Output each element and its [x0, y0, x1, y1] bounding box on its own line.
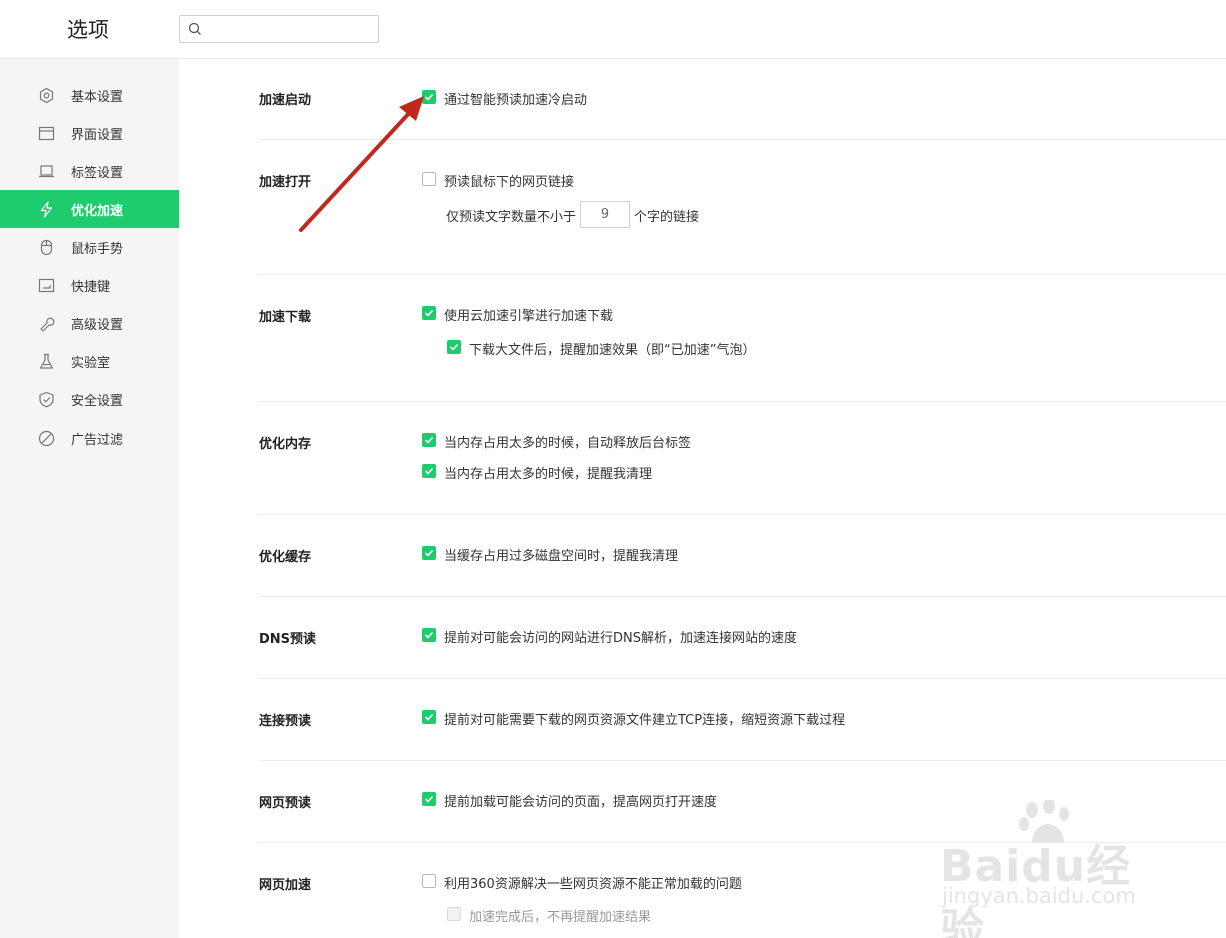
divider: [259, 678, 1226, 679]
lightning-icon: [40, 201, 53, 218]
option-label: 当缓存占用过多磁盘空间时，提醒我清理: [444, 549, 679, 564]
section-title-open: 加速打开: [259, 175, 312, 190]
block-icon: [38, 430, 55, 447]
sidebar-item-mouse-gesture[interactable]: 鼠标手势: [0, 228, 179, 266]
checkbox-checked[interactable]: [422, 433, 436, 447]
search-input[interactable]: [208, 19, 374, 39]
check-icon: [424, 309, 434, 317]
section-title-download: 加速下载: [259, 310, 312, 325]
section-title-cache: 优化缓存: [259, 550, 312, 565]
section-title-memory: 优化内存: [259, 437, 312, 452]
count-prefix-label: 仅预读文字数量不小于: [446, 210, 577, 225]
checkbox-unchecked[interactable]: [422, 874, 436, 888]
checkbox-disabled: [447, 907, 461, 921]
check-icon: [424, 467, 434, 475]
option-label: 提前对可能需要下载的网页资源文件建立TCP连接，缩短资源下载过程: [444, 713, 846, 728]
divider: [259, 274, 1226, 275]
option-label: 当内存占用太多的时候，提醒我清理: [444, 467, 653, 482]
sidebar-item-adblock[interactable]: 广告过滤: [0, 419, 179, 457]
min-chars-input[interactable]: [580, 201, 630, 228]
sidebar-item-advanced[interactable]: 高级设置: [0, 304, 179, 342]
section-title-dns: DNS预读: [259, 632, 317, 647]
checkbox-checked[interactable]: [447, 340, 461, 354]
sidebar-item-interface[interactable]: 界面设置: [0, 114, 179, 152]
wrench-icon: [40, 317, 55, 332]
checkbox-checked[interactable]: [422, 90, 436, 104]
divider: [259, 139, 1226, 140]
checkbox-checked[interactable]: [422, 306, 436, 320]
check-icon: [449, 343, 459, 351]
sidebar-item-label: 优化加速: [71, 204, 124, 219]
option-label: 下载大文件后，提醒加速效果（即“已加速”气泡）: [469, 343, 756, 358]
window-icon: [38, 126, 55, 141]
baidu-watermark: Baidu经验 jingyan.baidu.com: [940, 800, 1170, 938]
sidebar-item-label: 安全设置: [71, 394, 124, 409]
count-suffix-label: 个字的链接: [634, 210, 700, 225]
sidebar: 基本设置 界面设置 标签设置 优化加速 鼠标手势 快捷键 高级设置 实验室 安全…: [0, 59, 179, 938]
option-label: 预读鼠标下的网页链接: [444, 175, 575, 190]
tab-icon: [39, 165, 54, 178]
sidebar-item-security[interactable]: 安全设置: [0, 380, 179, 418]
sidebar-item-tabs[interactable]: 标签设置: [0, 152, 179, 190]
checkbox-checked[interactable]: [422, 710, 436, 724]
keyboard-icon: [38, 278, 55, 293]
option-label: 利用360资源解决一些网页资源不能正常加载的问题: [444, 877, 742, 892]
checkbox-unchecked[interactable]: [422, 172, 436, 186]
sidebar-item-label: 鼠标手势: [71, 242, 124, 257]
search-box[interactable]: [179, 15, 379, 43]
sidebar-item-basic[interactable]: 基本设置: [0, 76, 179, 114]
flask-icon: [39, 353, 54, 369]
check-icon: [424, 795, 434, 803]
mouse-icon: [40, 239, 53, 256]
section-title-startup: 加速启动: [259, 93, 312, 108]
check-icon: [424, 549, 434, 557]
sidebar-item-label: 实验室: [71, 356, 111, 371]
checkbox-checked[interactable]: [422, 628, 436, 642]
sidebar-item-label: 快捷键: [71, 280, 111, 295]
option-label: 当内存占用太多的时候，自动释放后台标签: [444, 436, 692, 451]
check-icon: [424, 631, 434, 639]
option-label: 使用云加速引擎进行加速下载: [444, 309, 614, 324]
page-title: 选项: [67, 18, 109, 42]
option-label: 通过智能预读加速冷启动: [444, 93, 588, 108]
sidebar-item-label: 界面设置: [71, 128, 124, 143]
section-title-page-preload: 网页预读: [259, 796, 312, 811]
checkbox-checked[interactable]: [422, 464, 436, 478]
header-bar: 选项: [0, 0, 1226, 59]
shield-icon: [39, 391, 54, 408]
checkbox-checked[interactable]: [422, 546, 436, 560]
check-icon: [424, 93, 434, 101]
sidebar-item-label: 标签设置: [71, 166, 124, 181]
divider: [259, 401, 1226, 402]
option-label: 提前对可能会访问的网站进行DNS解析，加速连接网站的速度: [444, 631, 797, 646]
check-icon: [424, 436, 434, 444]
divider: [259, 514, 1226, 515]
sidebar-item-optimize[interactable]: 优化加速: [0, 190, 179, 228]
watermark-sub-text: jingyan.baidu.com: [942, 884, 1136, 908]
option-label: 加速完成后，不再提醒加速结果: [469, 910, 652, 925]
sidebar-item-label: 高级设置: [71, 318, 124, 333]
sidebar-item-lab[interactable]: 实验室: [0, 342, 179, 380]
section-title-connect: 连接预读: [259, 714, 312, 729]
divider: [259, 760, 1226, 761]
sidebar-item-label: 广告过滤: [71, 433, 124, 448]
divider: [259, 596, 1226, 597]
check-icon: [424, 713, 434, 721]
section-title-page-accel: 网页加速: [259, 878, 312, 893]
sidebar-item-label: 基本设置: [71, 90, 124, 105]
sidebar-item-shortcuts[interactable]: 快捷键: [0, 266, 179, 304]
gear-icon: [39, 87, 54, 104]
option-label: 提前加载可能会访问的页面，提高网页打开速度: [444, 795, 718, 810]
search-icon: [188, 22, 201, 35]
checkbox-checked[interactable]: [422, 792, 436, 806]
